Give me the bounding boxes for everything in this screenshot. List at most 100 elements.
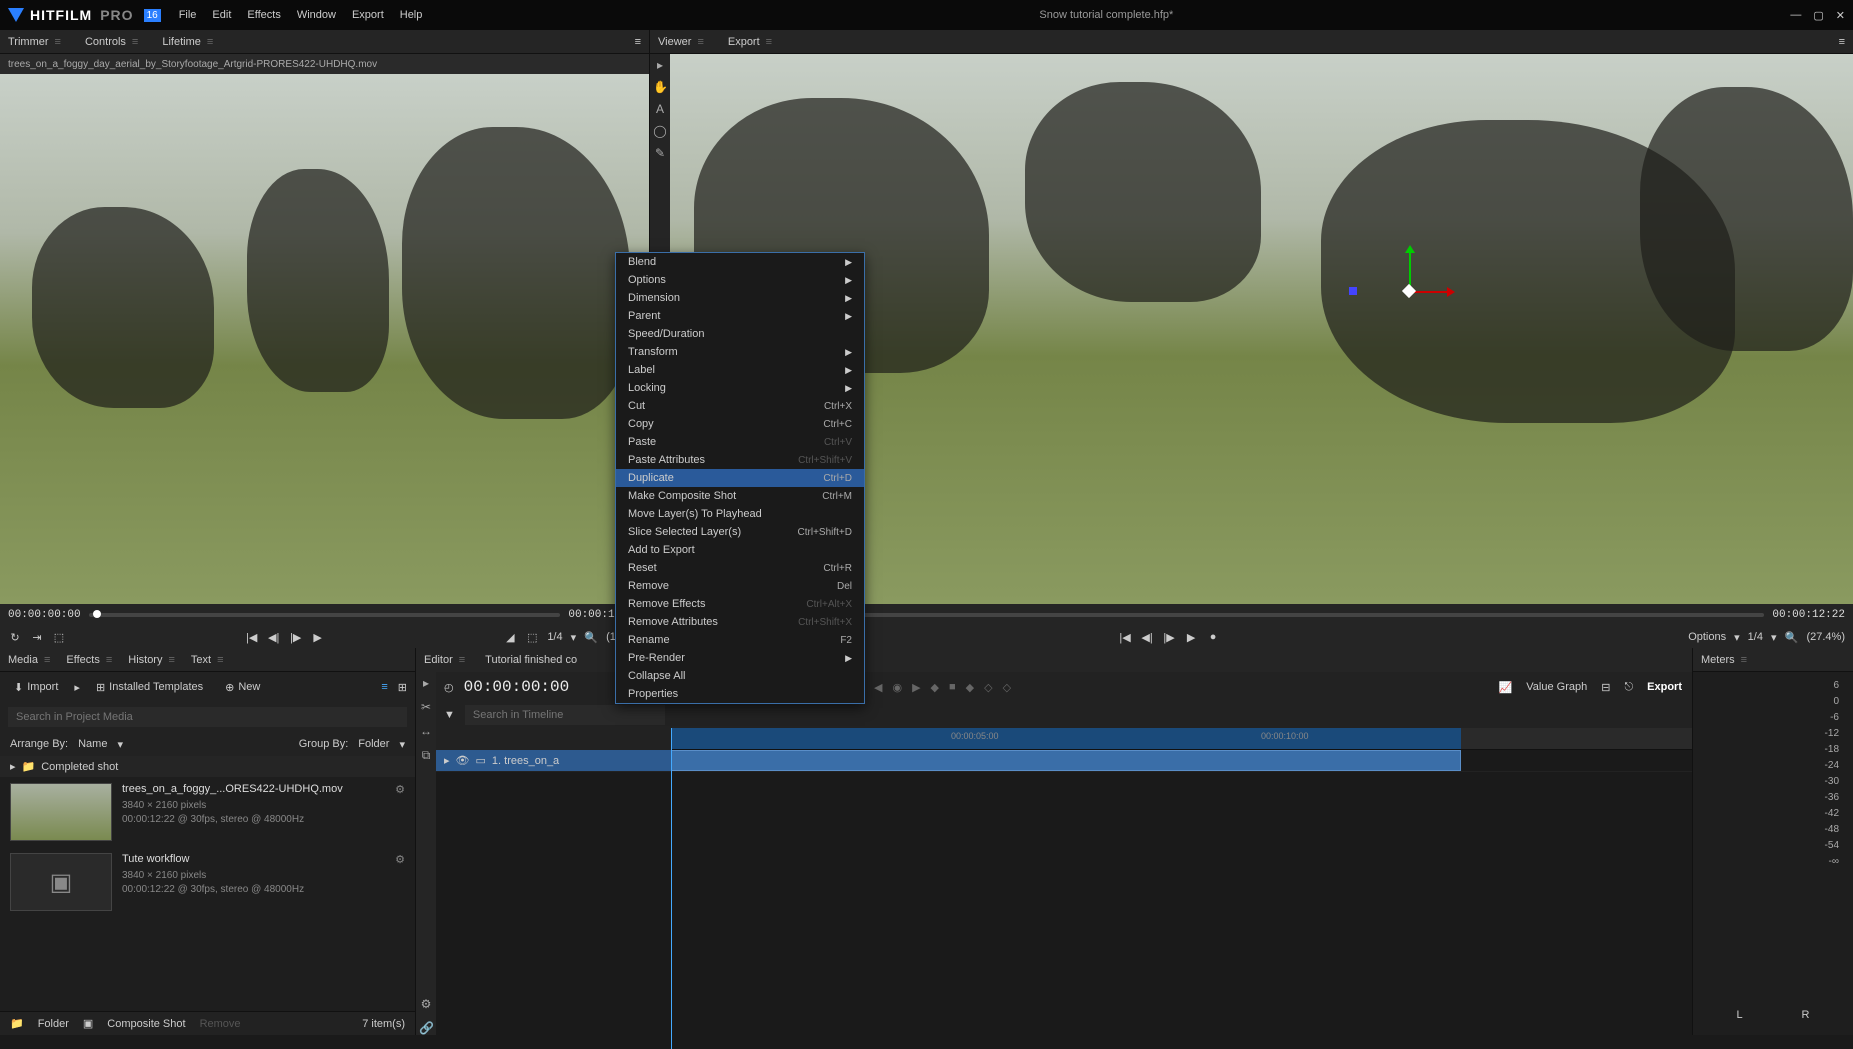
- timeline-timecode[interactable]: 00:00:00:00: [464, 678, 570, 696]
- kf-diamond2-icon[interactable]: ◆: [966, 681, 974, 694]
- tab-text[interactable]: Text≡: [191, 654, 224, 666]
- kf-diamond3-icon[interactable]: ◇: [984, 681, 992, 694]
- ctx-rename[interactable]: RenameF2: [616, 631, 864, 649]
- next-frame-icon[interactable]: |▶: [289, 630, 303, 644]
- anchor-handle[interactable]: [1349, 287, 1357, 295]
- ctx-cut[interactable]: CutCtrl+X: [616, 397, 864, 415]
- playhead[interactable]: [671, 728, 672, 1049]
- ctx-properties[interactable]: Properties: [616, 685, 864, 703]
- link-icon[interactable]: 🔗: [419, 1021, 433, 1035]
- ctx-collapse-all[interactable]: Collapse All: [616, 667, 864, 685]
- select-tool-icon[interactable]: ▸: [653, 58, 667, 72]
- chevron-down-icon[interactable]: ▾: [1734, 631, 1740, 644]
- clock-icon[interactable]: ◴: [444, 681, 454, 694]
- panel-menu-icon[interactable]: ≡: [635, 36, 641, 48]
- new-button[interactable]: ⊕New: [219, 678, 266, 697]
- chevron-right-icon[interactable]: ▸: [74, 681, 80, 694]
- ctx-parent[interactable]: Parent▶: [616, 307, 864, 325]
- menu-export[interactable]: Export: [352, 9, 384, 21]
- tab-trimmer[interactable]: Trimmer≡: [8, 36, 61, 48]
- hand-tool-icon[interactable]: ✋: [653, 80, 667, 94]
- tab-history[interactable]: History≡: [128, 654, 175, 666]
- group-value[interactable]: Folder: [358, 738, 389, 750]
- menu-icon[interactable]: ≡: [132, 36, 138, 48]
- kf-ease-icon[interactable]: ◇: [1003, 681, 1011, 694]
- collapse-icon[interactable]: ⊟: [1601, 681, 1610, 694]
- goto-start-icon[interactable]: |◀: [245, 630, 259, 644]
- play-icon[interactable]: ▶: [1184, 630, 1198, 644]
- scrub-head[interactable]: [93, 610, 101, 618]
- export-label[interactable]: Export: [1647, 681, 1682, 693]
- media-item[interactable]: Tute workflow 3840 × 2160 pixels 00:00:1…: [0, 847, 415, 917]
- list-view-icon[interactable]: ≡: [381, 681, 387, 693]
- ctx-duplicate[interactable]: DuplicateCtrl+D: [616, 469, 864, 487]
- chevron-right-icon[interactable]: ▸: [10, 760, 16, 773]
- chevron-down-icon[interactable]: ▾: [399, 738, 405, 751]
- pen-tool-icon[interactable]: ✎: [653, 146, 667, 160]
- loop-icon[interactable]: ●: [1206, 630, 1220, 644]
- next-frame-icon[interactable]: |▶: [1162, 630, 1176, 644]
- maximize-button[interactable]: ▢: [1813, 9, 1823, 22]
- scrub-bar[interactable]: [89, 613, 561, 617]
- ctx-label[interactable]: Label▶: [616, 361, 864, 379]
- slip-tool-icon[interactable]: ↔: [419, 724, 433, 738]
- ctx-dimension[interactable]: Dimension▶: [616, 289, 864, 307]
- visibility-icon[interactable]: 👁: [456, 754, 470, 767]
- mask-icon[interactable]: ◢: [503, 630, 517, 644]
- chevron-down-icon[interactable]: ▾: [117, 738, 123, 751]
- menu-icon[interactable]: ≡: [168, 654, 174, 666]
- insert-icon[interactable]: ⇥: [30, 630, 44, 644]
- play-icon[interactable]: ▶: [311, 630, 325, 644]
- tab-meters[interactable]: Meters≡: [1701, 654, 1747, 666]
- viewer-frac[interactable]: 1/4: [547, 631, 562, 643]
- menu-icon[interactable]: ≡: [106, 654, 112, 666]
- menu-window[interactable]: Window: [297, 9, 336, 21]
- kf-next-icon[interactable]: ▶: [912, 681, 920, 694]
- filter-icon[interactable]: ▼: [444, 709, 455, 721]
- tab-export[interactable]: Export≡: [728, 36, 772, 48]
- ctx-locking[interactable]: Locking▶: [616, 379, 864, 397]
- ctx-options[interactable]: Options▶: [616, 271, 864, 289]
- tab-media[interactable]: Media≡: [8, 654, 50, 666]
- value-graph[interactable]: Value Graph: [1526, 681, 1587, 693]
- loop-icon[interactable]: ↻: [8, 630, 22, 644]
- kf-diamond-icon[interactable]: ◆: [931, 681, 939, 694]
- tab-viewer[interactable]: Viewer≡: [658, 36, 704, 48]
- overlay-icon[interactable]: ⬚: [52, 630, 66, 644]
- snap-tool-icon[interactable]: ⧉: [419, 748, 433, 762]
- prev-frame-icon[interactable]: ◀|: [267, 630, 281, 644]
- menu-icon[interactable]: ≡: [217, 654, 223, 666]
- tab-effects[interactable]: Effects≡: [66, 654, 112, 666]
- timeline-clip[interactable]: [671, 750, 1461, 771]
- arrange-value[interactable]: Name: [78, 738, 107, 750]
- menu-help[interactable]: Help: [400, 9, 423, 21]
- import-button[interactable]: ⬇Import: [8, 678, 64, 697]
- menu-edit[interactable]: Edit: [212, 9, 231, 21]
- grid-view-icon[interactable]: ⊞: [398, 681, 407, 694]
- ctx-add-to-export[interactable]: Add to Export: [616, 541, 864, 559]
- footer-remove[interactable]: Remove: [200, 1018, 241, 1030]
- templates-button[interactable]: ⊞Installed Templates: [90, 678, 209, 697]
- gear-icon[interactable]: ⚙: [395, 783, 405, 796]
- timeline-search-input[interactable]: [465, 705, 665, 725]
- kf-prev-icon[interactable]: ◀: [874, 681, 882, 694]
- menu-icon[interactable]: ≡: [55, 36, 61, 48]
- timeline-ruler[interactable]: 00:00:05:00 00:00:10:00: [671, 728, 1692, 750]
- panel-menu-icon[interactable]: ≡: [1839, 36, 1845, 48]
- minimize-button[interactable]: —: [1790, 9, 1801, 22]
- snap-icon[interactable]: ⬚: [525, 630, 539, 644]
- mask-tool-icon[interactable]: ◯: [653, 124, 667, 138]
- search-input[interactable]: [8, 707, 407, 727]
- gear-icon[interactable]: ⚙: [419, 997, 433, 1011]
- ctx-remove[interactable]: RemoveDel: [616, 577, 864, 595]
- ctx-slice-selected-layer-s-[interactable]: Slice Selected Layer(s)Ctrl+Shift+D: [616, 523, 864, 541]
- text-tool-icon[interactable]: A: [653, 102, 667, 116]
- media-folder[interactable]: ▸ 📁 Completed shot: [0, 756, 415, 777]
- ctx-blend[interactable]: Blend▶: [616, 253, 864, 271]
- tab-tutorial[interactable]: Tutorial finished co: [485, 654, 577, 666]
- menu-icon[interactable]: ≡: [766, 36, 772, 48]
- graph-icon[interactable]: 📈: [1499, 681, 1513, 694]
- ctx-move-layer-s-to-playhead[interactable]: Move Layer(s) To Playhead: [616, 505, 864, 523]
- track-row[interactable]: ▸ 👁 ▭ 1. trees_on_a: [436, 750, 1692, 772]
- menu-icon[interactable]: ≡: [44, 654, 50, 666]
